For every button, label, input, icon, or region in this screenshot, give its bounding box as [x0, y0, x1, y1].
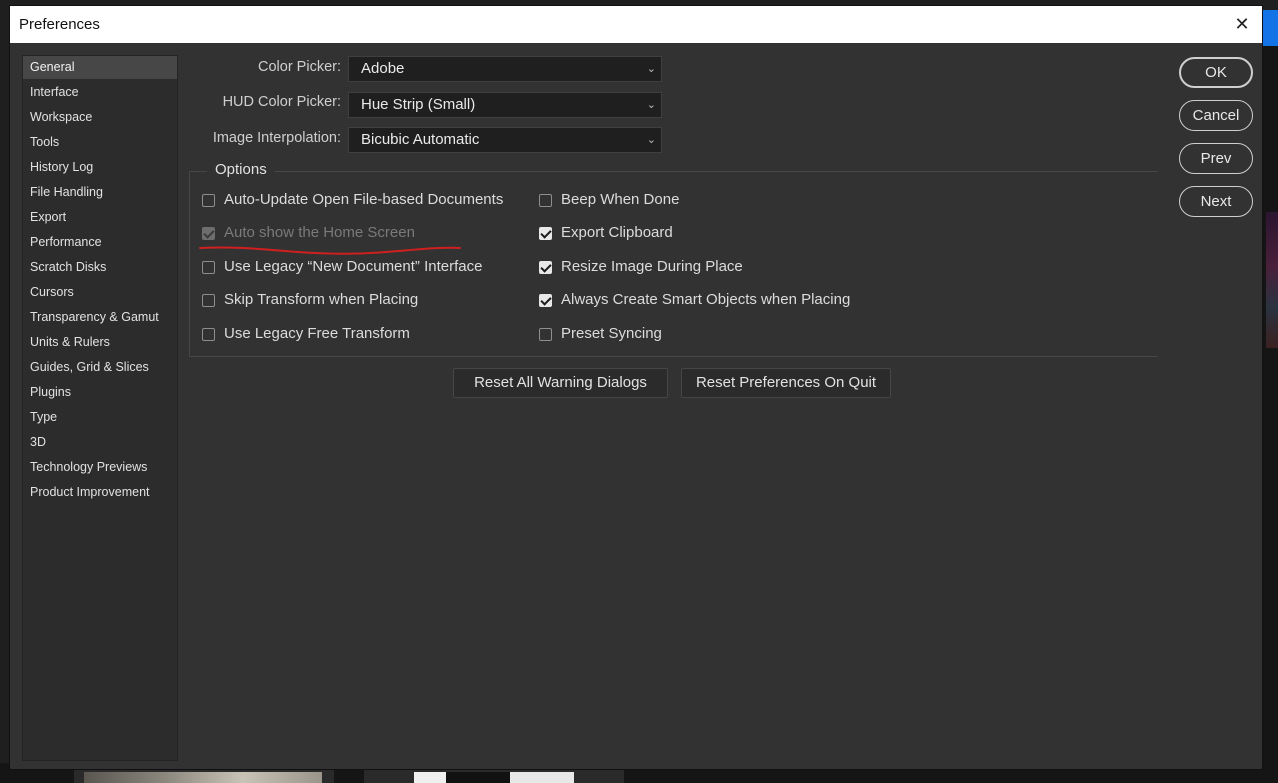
sidebar-item[interactable]: Units & Rulers — [23, 331, 177, 354]
cancel-button[interactable]: Cancel — [1179, 100, 1253, 131]
sidebar-item[interactable]: 3D — [23, 431, 177, 454]
checkbox-label: Preset Syncing — [561, 325, 662, 342]
color-picker-value: Adobe — [361, 60, 405, 77]
checkbox — [202, 227, 215, 240]
checkbox-label: Beep When Done — [561, 191, 680, 208]
background-app-panel — [1262, 46, 1278, 783]
red-underline-annotation — [199, 246, 461, 255]
checkbox[interactable] — [539, 328, 552, 341]
chevron-down-icon: ⌄ — [646, 99, 656, 111]
sidebar-item[interactable]: Interface — [23, 81, 177, 104]
reset-warning-dialogs-button[interactable]: Reset All Warning Dialogs — [453, 368, 668, 398]
close-icon[interactable]: ✕ — [1230, 12, 1254, 36]
checkbox-label: Use Legacy “New Document” Interface — [224, 258, 483, 275]
checkbox[interactable] — [539, 261, 552, 274]
checkbox-label: Auto-Update Open File-based Documents — [224, 191, 504, 208]
reset-preferences-button[interactable]: Reset Preferences On Quit — [681, 368, 891, 398]
checkbox-label: Resize Image During Place — [561, 258, 743, 275]
background-thumbnail — [74, 770, 334, 783]
checkbox[interactable] — [539, 227, 552, 240]
color-picker-label: Color Picker: — [258, 59, 341, 75]
checkbox-label: Skip Transform when Placing — [224, 291, 419, 308]
hud-color-picker-value: Hue Strip (Small) — [361, 96, 476, 113]
sidebar-item[interactable]: Scratch Disks — [23, 256, 177, 279]
chevron-down-icon: ⌄ — [646, 63, 656, 75]
sidebar-item[interactable]: History Log — [23, 156, 177, 179]
image-interpolation-label: Image Interpolation: — [212, 130, 341, 146]
checkbox[interactable] — [202, 261, 215, 274]
checkbox[interactable] — [539, 194, 552, 207]
checkbox[interactable] — [202, 294, 215, 307]
sidebar-item[interactable]: Guides, Grid & Slices — [23, 356, 177, 379]
checkbox-label: Use Legacy Free Transform — [224, 325, 410, 342]
sidebar-item[interactable]: File Handling — [23, 181, 177, 204]
title-bar: Preferences ✕ — [10, 6, 1262, 43]
color-picker-select[interactable]: Adobe ⌄ — [348, 56, 662, 82]
sidebar-item[interactable]: Type — [23, 406, 177, 429]
checkbox-label: Export Clipboard — [561, 224, 673, 241]
window-title: Preferences — [19, 16, 100, 33]
next-button[interactable]: Next — [1179, 186, 1253, 217]
background-thumbnail — [364, 770, 624, 783]
checkbox[interactable] — [202, 328, 215, 341]
sidebar-item[interactable]: Cursors — [23, 281, 177, 304]
sidebar-item[interactable]: Transparency & Gamut — [23, 306, 177, 329]
checkbox[interactable] — [539, 294, 552, 307]
hud-color-picker-label: HUD Color Picker: — [222, 94, 341, 110]
chevron-down-icon: ⌄ — [646, 134, 656, 146]
options-group-title: Options — [207, 161, 275, 178]
sidebar-item[interactable]: Plugins — [23, 381, 177, 404]
sidebar-item[interactable]: Product Improvement — [23, 481, 177, 504]
background-thumbnail — [1266, 212, 1278, 348]
checkbox-label: Always Create Smart Objects when Placing — [561, 291, 851, 308]
sidebar-item[interactable]: Technology Previews — [23, 456, 177, 479]
sidebar-item[interactable]: General — [23, 56, 177, 79]
preferences-dialog: Preferences ✕ General Interface Workspace T… — [10, 6, 1262, 769]
checkbox[interactable] — [202, 194, 215, 207]
image-interpolation-value: Bicubic Automatic — [361, 131, 480, 148]
sidebar-item[interactable]: Workspace — [23, 106, 177, 129]
checkbox-label: Auto show the Home Screen — [224, 224, 415, 241]
hud-color-picker-select[interactable]: Hue Strip (Small) ⌄ — [348, 92, 662, 118]
preferences-sidebar: General Interface Workspace Tools History Lo… — [22, 55, 178, 761]
sidebar-item[interactable]: Tools — [23, 131, 177, 154]
background-app-tab — [1262, 10, 1278, 46]
prev-button[interactable]: Prev — [1179, 143, 1253, 174]
sidebar-item[interactable]: Export — [23, 206, 177, 229]
sidebar-item[interactable]: Performance — [23, 231, 177, 254]
image-interpolation-select[interactable]: Bicubic Automatic ⌄ — [348, 127, 662, 153]
ok-button[interactable]: OK — [1179, 57, 1253, 88]
